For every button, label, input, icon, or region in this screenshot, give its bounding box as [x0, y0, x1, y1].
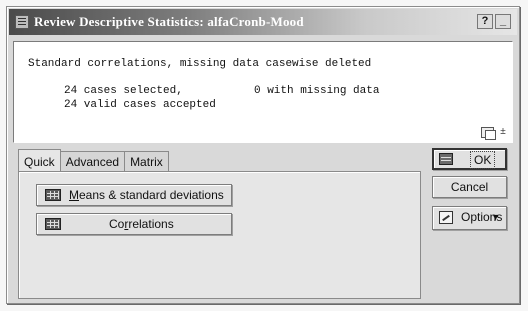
statistics-app-icon: [15, 15, 29, 29]
tab-matrix[interactable]: Matrix: [124, 151, 169, 171]
means-label: eans & standard deviations: [79, 188, 224, 202]
options-icon: [439, 211, 453, 224]
window-title: Review Descriptive Statistics: alfaCronb…: [34, 14, 304, 29]
cancel-button[interactable]: Cancel: [432, 176, 507, 198]
pin-icon[interactable]: ±: [500, 127, 506, 138]
output-line-cases-selected: 24 cases selected,: [64, 85, 183, 97]
tab-quick[interactable]: Quick: [18, 149, 61, 171]
ok-label: OK: [470, 151, 496, 169]
output-toolbar: ±: [480, 127, 506, 140]
output-line-valid-cases: 24 valid cases accepted: [64, 99, 216, 111]
chevron-down-icon: ▼: [491, 212, 500, 222]
table-grid-icon: [439, 153, 453, 165]
copy-icon[interactable]: [480, 127, 496, 140]
dialog-window: Review Descriptive Statistics: alfaCronb…: [6, 6, 520, 304]
output-line-correlation-type: Standard correlations, missing data case…: [28, 58, 372, 70]
help-button[interactable]: ?: [477, 14, 493, 29]
table-grid-icon: [45, 189, 61, 201]
correlations-label-start: Co: [109, 217, 125, 231]
correlations-button[interactable]: Correlations: [36, 213, 232, 235]
quick-tab-panel: Means & standard deviations Correlations: [18, 171, 421, 299]
correlations-label-end: relations: [128, 217, 174, 231]
tab-advanced[interactable]: Advanced: [59, 151, 126, 171]
title-bar[interactable]: Review Descriptive Statistics: alfaCronb…: [9, 9, 517, 35]
tab-strip: Quick Advanced Matrix: [18, 149, 169, 171]
means-mnemonic: M: [69, 188, 79, 202]
table-grid-icon: [45, 218, 61, 230]
means-std-dev-button[interactable]: Means & standard deviations: [36, 184, 232, 206]
output-line-missing-data: 0 with missing data: [254, 85, 380, 97]
ok-button[interactable]: OK: [432, 148, 507, 170]
results-output-pane[interactable]: Standard correlations, missing data case…: [13, 41, 513, 143]
minimize-button[interactable]: _: [495, 14, 511, 29]
options-button[interactable]: Options ▼: [432, 206, 507, 230]
